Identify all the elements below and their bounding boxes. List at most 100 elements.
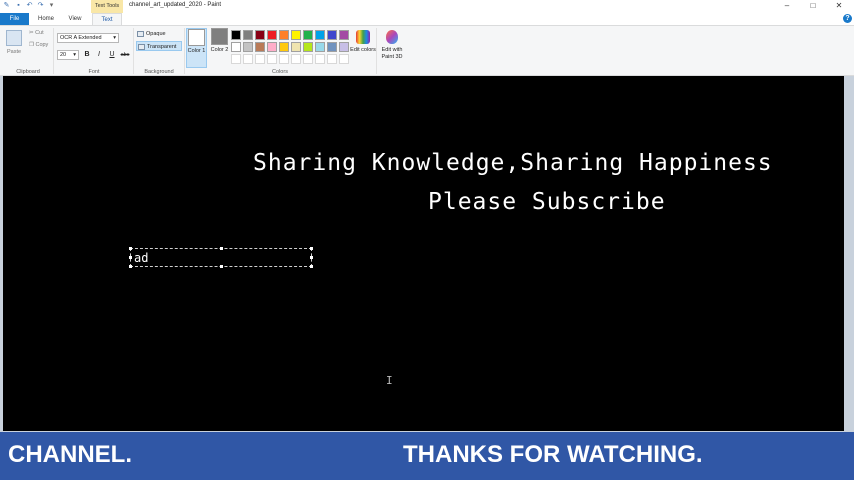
opaque-option[interactable]: Opaque	[136, 29, 182, 39]
palette-swatch[interactable]	[303, 42, 313, 52]
palette-swatch[interactable]	[315, 30, 325, 40]
tab-home[interactable]: Home	[33, 13, 59, 25]
palette-empty-swatch[interactable]	[339, 54, 349, 64]
palette-swatch[interactable]	[339, 30, 349, 40]
bold-button[interactable]: B	[82, 50, 92, 60]
text-cursor-icon: I	[386, 374, 393, 387]
palette-empty-swatch[interactable]	[255, 54, 265, 64]
font-size-select[interactable]: 20 ▾	[57, 50, 79, 60]
palette-empty-swatch[interactable]	[291, 54, 301, 64]
palette-swatch[interactable]	[267, 42, 277, 52]
palette-swatch[interactable]	[231, 42, 241, 52]
palette-swatch[interactable]	[315, 42, 325, 52]
canvas-workspace: Sharing Knowledge,Sharing Happiness Plea…	[0, 76, 854, 432]
canvas-text-line2: Please Subscribe	[428, 189, 666, 215]
canvas-text-line1: Sharing Knowledge,Sharing Happiness	[253, 150, 773, 176]
minimize-button[interactable]: –	[774, 0, 800, 13]
chevron-down-icon: ▾	[113, 35, 116, 41]
resize-handle[interactable]	[310, 265, 313, 268]
redo-icon[interactable]: ↷	[36, 1, 45, 10]
colors-group-label: Colors	[272, 69, 288, 75]
underline-button[interactable]: U	[107, 50, 117, 60]
save-icon[interactable]: ▪	[14, 1, 23, 10]
ribbon: Paste ✂ Cut ❐ Copy Clipboard OCR A Exten…	[0, 25, 854, 76]
resize-handle[interactable]	[129, 256, 132, 259]
opaque-icon	[137, 31, 144, 37]
font-group-label: Font	[88, 69, 100, 75]
paint3d-button[interactable]: Edit with Paint 3D	[377, 28, 407, 68]
color2-label: Color 2	[210, 47, 229, 53]
resize-handle[interactable]	[220, 265, 223, 268]
close-button[interactable]: ✕	[826, 0, 852, 13]
banner-left-text: CHANNEL.	[8, 441, 132, 468]
color2-button[interactable]: Color 2	[209, 28, 230, 68]
banner-right-text: THANKS FOR WATCHING.	[403, 441, 703, 468]
palette-swatch[interactable]	[339, 42, 349, 52]
italic-button[interactable]: I	[94, 50, 104, 60]
copy-label: Copy	[35, 42, 49, 48]
background-group-label: Background	[144, 69, 174, 75]
paint-app-icon: ✎	[3, 2, 10, 9]
palette-swatch[interactable]	[255, 42, 265, 52]
palette-swatch[interactable]	[279, 42, 289, 52]
transparent-icon	[138, 44, 145, 50]
text-tools-context-tab: Text Tools	[91, 0, 123, 13]
text-edit-box[interactable]: ad	[129, 247, 313, 268]
customize-quick-access-icon[interactable]: ▾	[47, 1, 56, 10]
palette-swatch[interactable]	[291, 42, 301, 52]
drawing-canvas[interactable]: Sharing Knowledge,Sharing Happiness Plea…	[3, 76, 844, 431]
resize-handle[interactable]	[129, 265, 132, 268]
palette-empty-swatch[interactable]	[243, 54, 253, 64]
group-separator	[184, 28, 185, 74]
text-edit-value: ad	[134, 251, 149, 265]
strikethrough-button[interactable]: abc	[119, 50, 131, 60]
paint-window: ✎ ▪ ↶ ↷ ▾ Text Tools channel_art_updated…	[0, 0, 854, 480]
palette-swatch[interactable]	[327, 42, 337, 52]
palette-empty-swatch[interactable]	[315, 54, 325, 64]
resize-handle[interactable]	[129, 247, 132, 250]
paint3d-icon	[386, 30, 398, 44]
opaque-label: Opaque	[146, 31, 166, 37]
palette-swatch[interactable]	[303, 30, 313, 40]
color1-swatch	[188, 29, 205, 46]
group-separator	[133, 28, 134, 74]
palette-empty-swatch[interactable]	[267, 54, 277, 64]
edit-colors-label: Edit colors	[350, 47, 376, 53]
color1-button[interactable]: Color 1	[186, 28, 207, 68]
palette-swatch[interactable]	[243, 42, 253, 52]
palette-swatch[interactable]	[243, 30, 253, 40]
resize-handle[interactable]	[310, 256, 313, 259]
palette-empty-swatch[interactable]	[279, 54, 289, 64]
edit-colors-button[interactable]: Edit colors	[349, 28, 377, 68]
palette-empty-swatch[interactable]	[303, 54, 313, 64]
ribbon-tabs: File Home View Text ?	[0, 13, 854, 25]
color2-swatch	[211, 28, 228, 45]
group-separator	[53, 28, 54, 74]
undo-icon[interactable]: ↶	[25, 1, 34, 10]
tab-text[interactable]: Text	[92, 13, 122, 25]
palette-empty-swatch[interactable]	[231, 54, 241, 64]
cut-button[interactable]: ✂ Cut	[29, 30, 44, 36]
help-icon[interactable]: ?	[843, 14, 852, 23]
palette-empty-swatch[interactable]	[327, 54, 337, 64]
tab-view[interactable]: View	[63, 13, 87, 25]
font-size-value: 20	[60, 52, 67, 58]
palette-swatch[interactable]	[291, 30, 301, 40]
paste-button[interactable]: Paste	[7, 49, 21, 55]
cut-label: Cut	[35, 30, 44, 36]
palette-swatch[interactable]	[231, 30, 241, 40]
resize-handle[interactable]	[220, 247, 223, 250]
resize-handle[interactable]	[310, 247, 313, 250]
palette-swatch[interactable]	[327, 30, 337, 40]
tab-file[interactable]: File	[0, 13, 29, 25]
paint3d-label: Edit with Paint 3D	[381, 47, 403, 60]
paste-icon[interactable]	[6, 30, 22, 46]
copy-button[interactable]: ❐ Copy	[29, 42, 48, 48]
palette-swatch[interactable]	[255, 30, 265, 40]
font-family-select[interactable]: OCR A Extended ▾	[57, 33, 119, 43]
maximize-button[interactable]: □	[800, 0, 826, 13]
palette-swatch[interactable]	[267, 30, 277, 40]
clipboard-group-label: Clipboard	[16, 69, 40, 75]
transparent-option[interactable]: Transparent	[136, 41, 182, 51]
palette-swatch[interactable]	[279, 30, 289, 40]
